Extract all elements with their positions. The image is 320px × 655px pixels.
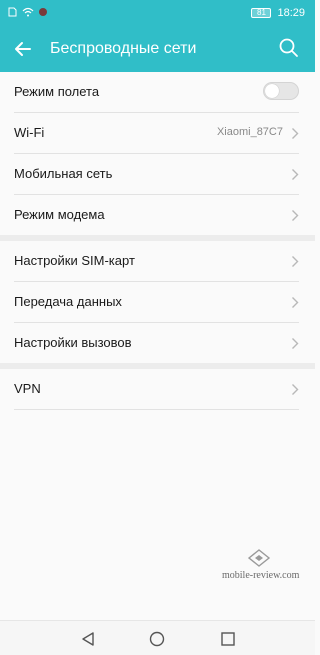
tethering-label: Режим модема — [14, 207, 105, 222]
status-right: 81 18:29 — [251, 7, 305, 19]
circle-home-icon[interactable] — [148, 630, 166, 648]
navigation-bar — [0, 620, 315, 655]
airplane-mode-row[interactable]: Режим полета — [0, 72, 315, 113]
chevron-right-icon — [292, 169, 299, 180]
vpn-label: VPN — [14, 381, 41, 396]
divider — [14, 409, 299, 410]
airplane-mode-label: Режим полета — [14, 84, 100, 99]
data-transfer-label: Передача данных — [14, 294, 122, 309]
chevron-right-icon — [292, 128, 299, 139]
page-title: Беспроводные сети — [50, 40, 197, 57]
battery-icon: 81 — [251, 8, 272, 18]
wifi-row[interactable]: Wi-Fi Xiaomi_87C7 — [0, 113, 315, 154]
settings-group-network: Режим полета Wi-Fi Xiaomi_87C7 Мобильная… — [0, 72, 315, 235]
search-icon[interactable] — [277, 36, 301, 60]
mobile-network-label: Мобильная сеть — [14, 166, 113, 181]
watermark-logo-icon — [247, 549, 271, 567]
triangle-back-icon[interactable] — [79, 630, 97, 648]
back-arrow-icon[interactable] — [10, 36, 36, 62]
wifi-icon — [22, 7, 34, 17]
square-recent-icon[interactable] — [219, 630, 237, 648]
status-icons — [8, 7, 47, 17]
toolbar: Беспроводные сети — [0, 30, 315, 70]
sim-settings-label: Настройки SIM-карт — [14, 253, 135, 268]
notification-dot-icon — [39, 8, 47, 16]
status-bar: 81 18:29 — [0, 0, 315, 26]
sim-icon — [8, 7, 17, 17]
call-settings-label: Настройки вызовов — [14, 335, 132, 350]
app-header: 81 18:29 Беспроводные сети — [0, 0, 315, 72]
mobile-network-row[interactable]: Мобильная сеть — [0, 154, 315, 195]
clock: 18:29 — [277, 7, 305, 19]
tethering-row[interactable]: Режим модема — [0, 195, 315, 235]
chevron-right-icon — [292, 297, 299, 308]
airplane-mode-toggle[interactable] — [263, 82, 299, 100]
chevron-right-icon — [292, 256, 299, 267]
wifi-network-name: Xiaomi_87C7 — [216, 126, 283, 138]
sim-settings-row[interactable]: Настройки SIM-карт — [0, 241, 315, 282]
watermark: mobile-review.com — [222, 548, 302, 588]
settings-group-vpn: VPN — [0, 369, 315, 410]
watermark-text: mobile-review.com — [222, 570, 300, 581]
settings-group-sim: Настройки SIM-карт Передача данных Настр… — [0, 241, 315, 363]
wifi-label: Wi-Fi — [14, 125, 45, 140]
chevron-right-icon — [292, 384, 299, 395]
toggle-knob — [265, 84, 279, 98]
data-transfer-row[interactable]: Передача данных — [0, 282, 315, 323]
chevron-right-icon — [292, 210, 299, 221]
call-settings-row[interactable]: Настройки вызовов — [0, 323, 315, 363]
chevron-right-icon — [292, 338, 299, 349]
vpn-row[interactable]: VPN — [0, 369, 315, 410]
